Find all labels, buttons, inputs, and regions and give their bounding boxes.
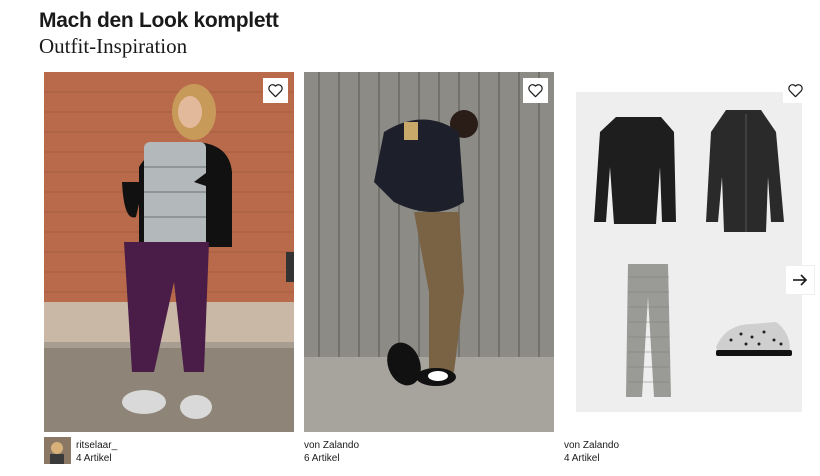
outfit-image	[44, 72, 294, 432]
outfit-photo-2[interactable]	[304, 72, 554, 432]
carousel-next-button[interactable]	[786, 266, 814, 294]
outfit-item-count: 6 Artikel	[304, 453, 340, 464]
outfit-photo-3[interactable]	[564, 72, 814, 432]
heart-icon	[788, 84, 803, 98]
favorite-button[interactable]	[523, 78, 548, 103]
outfit-card-1[interactable]: ritselaar_ 4 Artikel	[44, 72, 294, 464]
heart-icon	[268, 84, 283, 98]
outfit-item-count: 4 Artikel	[564, 453, 600, 464]
outfit-author: von Zalando	[304, 440, 360, 451]
outfit-meta: von Zalando 4 Artikel	[564, 439, 619, 465]
section-title: Mach den Look komplett	[39, 9, 279, 32]
favorite-button[interactable]	[263, 78, 288, 103]
outfit-image	[304, 72, 554, 432]
outfit-author: von Zalando	[564, 440, 620, 451]
outfit-photo-1[interactable]	[44, 72, 294, 432]
outfit-card-2[interactable]: von Zalando 6 Artikel	[304, 72, 554, 464]
favorite-button[interactable]	[783, 78, 808, 103]
outfit-meta: ritselaar_ 4 Artikel	[76, 439, 117, 465]
heart-icon	[528, 84, 543, 98]
outfit-author[interactable]: ritselaar_	[76, 439, 117, 452]
avatar[interactable]	[44, 437, 71, 464]
outfit-item-count: 4 Artikel	[76, 453, 112, 464]
outfit-card-3[interactable]: von Zalando 4 Artikel	[564, 72, 814, 464]
section-subtitle: Outfit-Inspiration	[39, 34, 188, 58]
outfit-meta: von Zalando 6 Artikel	[304, 439, 359, 465]
arrow-right-icon	[793, 274, 808, 286]
product-collage	[576, 92, 802, 412]
